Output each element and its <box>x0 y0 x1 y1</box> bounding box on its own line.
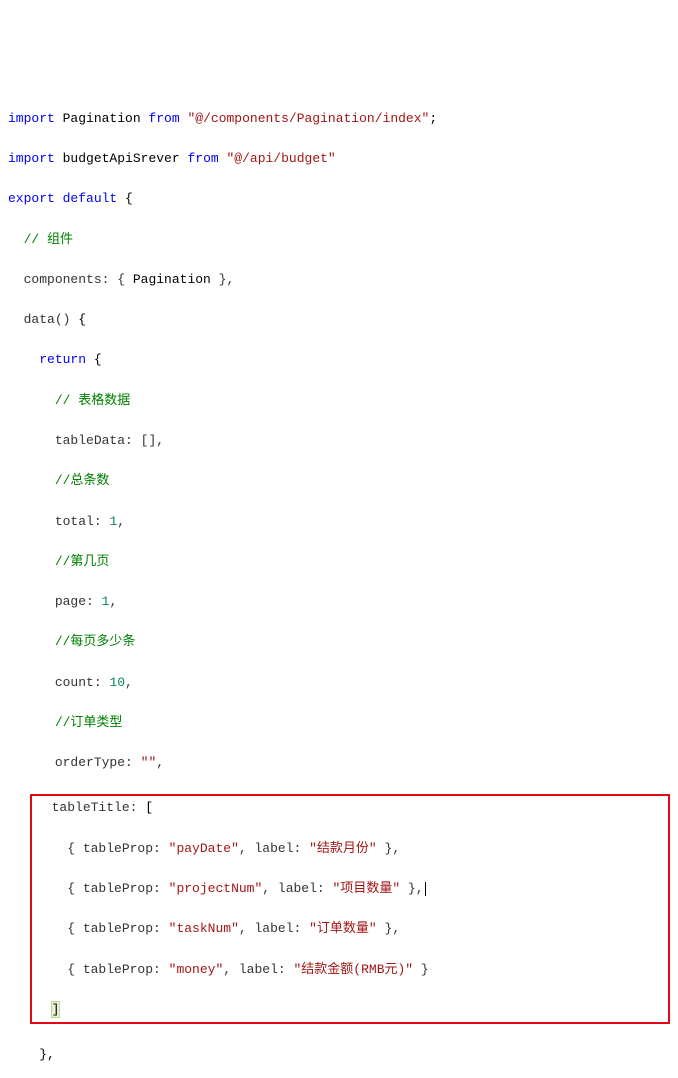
key-label: label: <box>254 841 301 856</box>
comma: , <box>156 755 164 770</box>
keyword-import: import <box>8 111 55 126</box>
code-line-12: //第几页 <box>8 552 670 572</box>
ident-budgetapi: budgetApiSrever <box>63 151 180 166</box>
code-line-row-0: { tableProp: "payDate", label: "结款月份" }, <box>36 839 664 859</box>
row-close: }, <box>377 841 400 856</box>
val-label: "结款月份" <box>309 841 377 856</box>
key-page: page: <box>55 594 94 609</box>
ident-pagination: Pagination <box>133 272 211 287</box>
key-ordertype: orderType: <box>55 755 133 770</box>
code-line-1: import Pagination from "@/components/Pag… <box>8 109 670 129</box>
string-path: "@/components/Pagination/index" <box>187 111 429 126</box>
key-tableprop: tableProp: <box>83 921 161 936</box>
key-label: label: <box>278 881 325 896</box>
key-tableprop: tableProp: <box>83 881 161 896</box>
key-label: label: <box>254 921 301 936</box>
comment: //订单类型 <box>55 715 123 730</box>
code-line-15: count: 10, <box>8 673 670 693</box>
code-line-6: data() { <box>8 310 670 330</box>
row-close: }, <box>377 921 400 936</box>
val-money: "money" <box>169 962 224 977</box>
val-label: "结款金额(RMB元)" <box>294 962 414 977</box>
string-empty: "" <box>141 755 157 770</box>
key-tableprop: tableProp: <box>83 841 161 856</box>
val-projectnum: "projectNum" <box>169 881 263 896</box>
code-line-17: orderType: "", <box>8 753 670 773</box>
code-line-4: // 组件 <box>8 230 670 250</box>
comment: // 组件 <box>24 232 73 247</box>
comma: , <box>239 921 255 936</box>
comment: //第几页 <box>55 554 110 569</box>
key-label: label: <box>239 962 286 977</box>
key-total: total: <box>55 514 102 529</box>
comma: , <box>125 675 133 690</box>
code-line-5: components: { Pagination }, <box>8 270 670 290</box>
key-count: count: <box>55 675 102 690</box>
row-close: } <box>413 962 429 977</box>
code-line-16: //订单类型 <box>8 713 670 733</box>
comma: , <box>262 881 278 896</box>
key-data: data() <box>24 312 71 327</box>
brace-open: { <box>78 312 86 327</box>
comma: , <box>223 962 239 977</box>
code-line-10: //总条数 <box>8 471 670 491</box>
code-line-8: // 表格数据 <box>8 391 670 411</box>
val-paydate: "payDate" <box>169 841 239 856</box>
string-path: "@/api/budget" <box>227 151 336 166</box>
keyword-from: from <box>148 111 179 126</box>
val-label: "项目数量" <box>333 881 401 896</box>
keyword-from: from <box>187 151 218 166</box>
row-open: { <box>67 962 83 977</box>
val-tasknum: "taskNum" <box>169 921 239 936</box>
code-line-row-3: { tableProp: "money", label: "结款金额(RMB元)… <box>36 960 664 980</box>
comma: , <box>117 514 125 529</box>
comma: , <box>109 594 117 609</box>
num-10: 10 <box>109 675 125 690</box>
key-tableprop: tableProp: <box>83 962 161 977</box>
comment: //每页多少条 <box>55 634 136 649</box>
comment: //总条数 <box>55 473 110 488</box>
ident-pagination: Pagination <box>63 111 141 126</box>
code-line-2: import budgetApiSrever from "@/api/budge… <box>8 149 670 169</box>
code-line-14: //每页多少条 <box>8 632 670 652</box>
key-components: components: <box>24 272 110 287</box>
bracket-close: ] <box>52 1002 60 1017</box>
text-cursor <box>425 882 426 896</box>
row-open: { <box>67 841 83 856</box>
brace-close: }, <box>39 1047 55 1062</box>
row-open: { <box>67 881 83 896</box>
code-line-3: export default { <box>8 189 670 209</box>
code-line-tabletitle-close: ] <box>36 1000 664 1020</box>
row-open: { <box>67 921 83 936</box>
num-1: 1 <box>102 594 110 609</box>
highlight-box: tableTitle: [ { tableProp: "payDate", la… <box>30 794 670 1024</box>
code-line-tabletitle-open: tableTitle: [ <box>36 798 664 818</box>
code-line-13: page: 1, <box>8 592 670 612</box>
code-line-close-return: }, <box>8 1045 670 1065</box>
code-line-row-2: { tableProp: "taskNum", label: "订单数量" }, <box>36 919 664 939</box>
keyword-import: import <box>8 151 55 166</box>
brace-open: { <box>125 191 133 206</box>
bracket-open: [ <box>145 800 153 815</box>
comment: // 表格数据 <box>55 393 130 408</box>
val-empty-array: [], <box>141 433 164 448</box>
row-close: }, <box>400 881 423 896</box>
code-line-9: tableData: [], <box>8 431 670 451</box>
val-label: "订单数量" <box>309 921 377 936</box>
brace-open: { <box>94 352 102 367</box>
keyword-default: default <box>63 191 118 206</box>
code-line-7: return { <box>8 350 670 370</box>
keyword-return: return <box>39 352 86 367</box>
semicolon: ; <box>429 111 437 126</box>
comma: , <box>239 841 255 856</box>
code-block: import Pagination from "@/components/Pag… <box>8 89 670 1078</box>
keyword-export: export <box>8 191 55 206</box>
code-line-11: total: 1, <box>8 512 670 532</box>
code-line-row-1: { tableProp: "projectNum", label: "项目数量"… <box>36 879 664 899</box>
key-tabletitle: tableTitle: <box>52 800 138 815</box>
key-tabledata: tableData: <box>55 433 133 448</box>
